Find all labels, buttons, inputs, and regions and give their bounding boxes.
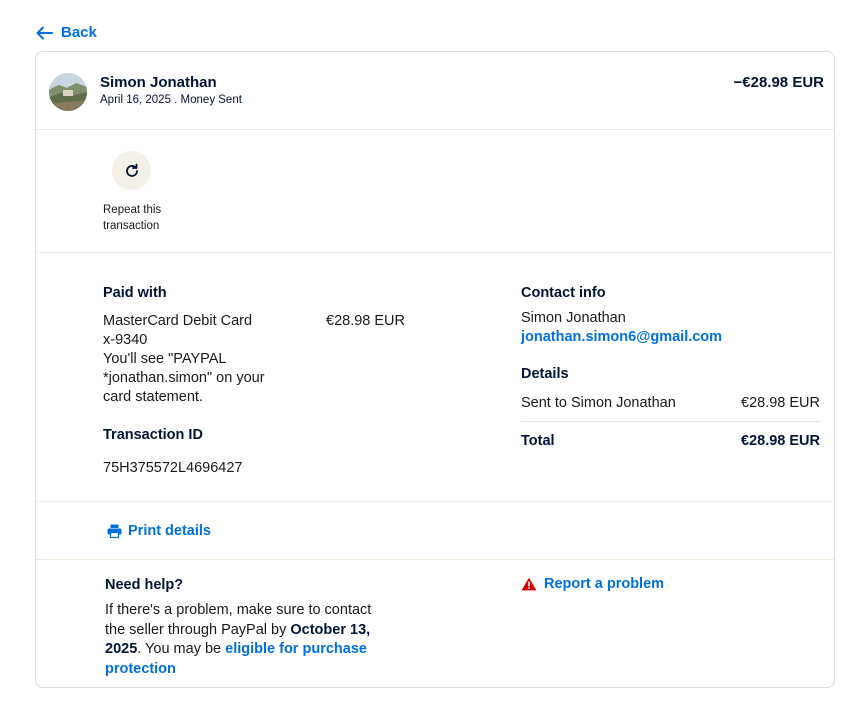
print-details-button[interactable]: Print details (107, 523, 211, 539)
card-number: x-9340 (103, 332, 148, 348)
details-divider (521, 421, 821, 422)
avatar (49, 73, 87, 111)
help-section: Need help? If there's a problem, make su… (36, 560, 834, 689)
statement-note: You'll see "PAYPAL *jonathan.simon" on y… (103, 351, 265, 405)
payment-method: MasterCard Debit Card (103, 313, 253, 329)
arrow-left-icon (36, 26, 53, 39)
refresh-icon (125, 163, 138, 177)
contact-info-heading: Contact info (521, 285, 606, 301)
repeat-transaction-button[interactable] (112, 151, 151, 190)
transaction-id: 75H375572L4696427 (103, 460, 243, 476)
report-problem-link[interactable]: Report a problem (521, 576, 664, 592)
print-section: Print details (36, 502, 834, 560)
payee-name: Simon Jonathan (100, 74, 217, 91)
transaction-amount: −€28.98 EUR (733, 74, 824, 91)
details-section: Paid with MasterCard Debit Card €28.98 E… (36, 253, 834, 502)
help-text: If there's a problem, make sure to conta… (105, 601, 395, 679)
payment-amount: €28.98 EUR (326, 313, 405, 329)
repeat-transaction-label: Repeat this transaction (103, 204, 162, 232)
total-label: Total (521, 433, 555, 449)
details-line-amount: €28.98 EUR (741, 395, 820, 411)
transaction-card: Simon Jonathan April 16, 2025 . Money Se… (35, 51, 835, 688)
transaction-header: Simon Jonathan April 16, 2025 . Money Se… (36, 52, 834, 130)
report-problem-label: Report a problem (544, 576, 665, 592)
print-details-label: Print details (128, 523, 211, 539)
paid-with-heading: Paid with (103, 285, 167, 301)
total-amount: €28.98 EUR (741, 433, 820, 449)
printer-icon (107, 524, 122, 538)
help-text-middle: . You may be (137, 641, 226, 657)
repeat-section: Repeat this transaction (36, 130, 834, 253)
details-line-label: Sent to Simon Jonathan (521, 395, 676, 411)
contact-name: Simon Jonathan (521, 310, 626, 326)
transaction-date-type: April 16, 2025 . Money Sent (100, 94, 242, 106)
back-link[interactable]: Back (36, 24, 97, 41)
details-heading: Details (521, 366, 569, 382)
transaction-id-heading: Transaction ID (103, 427, 203, 443)
need-help-heading: Need help? (105, 577, 184, 593)
contact-email-link[interactable]: jonathan.simon6@gmail.com (521, 328, 722, 347)
warning-icon (521, 577, 537, 591)
back-label: Back (61, 24, 97, 41)
